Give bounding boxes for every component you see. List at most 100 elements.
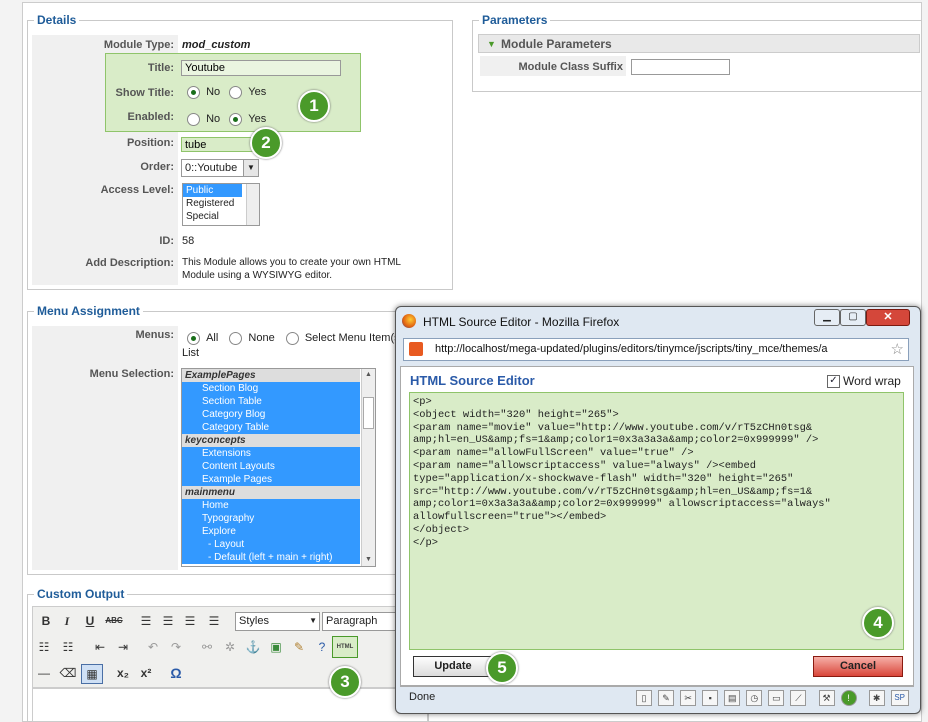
step-badge-3: 3 <box>329 666 361 698</box>
id-label: ID: <box>159 235 174 247</box>
access-scrollbar[interactable] <box>246 184 259 225</box>
clock-status-icon[interactable]: ◷ <box>746 690 763 706</box>
cleanup-icon[interactable]: ✎ <box>289 638 309 656</box>
address-bar[interactable]: http://localhost/mega-updated/plugins/ed… <box>403 338 909 361</box>
link-icon[interactable]: ⚯ <box>197 638 217 656</box>
align-right-icon[interactable]: ☰ <box>180 612 200 630</box>
table-icon[interactable]: ▦ <box>81 664 103 684</box>
alert-status-icon[interactable]: ! <box>840 690 857 706</box>
enabled-no-label: No <box>206 113 221 126</box>
html-source-button[interactable]: HTML <box>332 636 358 658</box>
scroll-up-icon[interactable]: ▲ <box>362 369 375 381</box>
menus-all-radio[interactable] <box>187 332 200 345</box>
cancel-button-label: Cancel <box>839 660 877 672</box>
title-input[interactable] <box>181 60 341 76</box>
menus-none-radio[interactable] <box>229 332 243 345</box>
graph-status-icon[interactable]: ⟋ <box>790 690 807 706</box>
help-icon[interactable]: ? <box>312 638 332 656</box>
menu-item[interactable]: Category Table <box>182 421 360 434</box>
sp-status-icon[interactable]: SP <box>890 690 909 706</box>
source-textarea[interactable]: <p> <object width="320" height="265"> <p… <box>409 392 904 650</box>
underline-icon[interactable]: U <box>80 612 100 630</box>
anchor-icon[interactable]: ⚓ <box>243 638 263 656</box>
menu-item[interactable]: Extensions <box>182 447 360 460</box>
menu-group-header[interactable]: keyconcepts <box>182 434 360 447</box>
redo-icon[interactable]: ↷ <box>166 638 186 656</box>
status-text: Done <box>409 691 436 703</box>
indent-icon[interactable]: ⇥ <box>113 638 133 656</box>
menu-item[interactable]: Home <box>182 499 360 512</box>
menu-scrollbar[interactable]: ▲ ▼ <box>361 369 375 566</box>
access-option-public[interactable]: Public <box>183 184 242 197</box>
update-button-label: Update <box>434 660 472 672</box>
menu-group-header[interactable]: ExamplePages <box>182 369 360 382</box>
editor-content-area[interactable] <box>32 688 428 722</box>
print-status-icon[interactable]: ▤ <box>724 690 741 706</box>
word-wrap-checkbox[interactable]: ✓ <box>827 375 840 388</box>
show-title-yes-label: Yes <box>248 86 267 99</box>
align-justify-icon[interactable]: ☰ <box>204 612 224 630</box>
image-icon[interactable]: ▣ <box>266 638 286 656</box>
status-icons: ▯ ✎ ✂ ▪ ▤ ◷ ▭ ⟋ ⚒ ! ✱ SP <box>636 690 912 706</box>
align-center-icon[interactable]: ☰ <box>158 612 178 630</box>
menu-item[interactable]: Explore <box>182 525 360 538</box>
id-value: 58 <box>182 235 195 247</box>
superscript-icon[interactable]: x² <box>136 664 156 682</box>
menu-item[interactable]: - Layout <box>182 538 360 551</box>
close-icon[interactable]: ✕ <box>866 309 910 326</box>
menu-item[interactable]: Example Pages <box>182 473 360 486</box>
save-status-icon[interactable]: ▪ <box>702 690 719 706</box>
italic-icon[interactable]: I <box>57 612 77 630</box>
address-url: http://localhost/mega-updated/plugins/ed… <box>435 343 828 355</box>
edit-status-icon[interactable]: ✎ <box>658 690 675 706</box>
module-class-suffix-input[interactable] <box>631 59 730 75</box>
numbered-list-icon[interactable]: ☷ <box>58 638 78 656</box>
styles-select[interactable]: Styles ▼ <box>235 612 320 631</box>
horizontal-rule-icon[interactable]: — <box>34 664 54 682</box>
menu-group-header[interactable]: mainmenu <box>182 486 360 499</box>
popup-heading: HTML Source Editor <box>410 373 535 388</box>
order-select[interactable]: 0::Youtube ▼ <box>181 159 259 177</box>
window-status-icon[interactable]: ▭ <box>768 690 785 706</box>
bug-status-icon[interactable]: ✱ <box>868 690 885 706</box>
maximize-button[interactable]: ▢ <box>840 309 866 326</box>
menu-item[interactable]: Category Blog <box>182 408 360 421</box>
minimize-button[interactable]: ▁ <box>814 309 840 326</box>
eraser-icon[interactable]: ⌫ <box>58 664 78 682</box>
outdent-icon[interactable]: ⇤ <box>90 638 110 656</box>
special-char-icon[interactable]: Ω <box>166 664 186 682</box>
menu-item[interactable]: Typography <box>182 512 360 525</box>
menu-items: ExamplePages Section Blog Section Table Cat… <box>182 369 360 564</box>
update-button[interactable]: Update <box>413 656 493 677</box>
enabled-yes-radio[interactable] <box>229 113 243 126</box>
menu-item[interactable]: Content Layouts <box>182 460 360 473</box>
show-title-yes-radio[interactable] <box>229 86 243 99</box>
enabled-no-radio[interactable] <box>187 113 200 126</box>
access-level-list[interactable]: Public Registered Special <box>182 183 260 226</box>
bold-icon[interactable]: B <box>36 612 56 630</box>
cancel-button[interactable]: Cancel <box>813 656 903 677</box>
align-left-icon[interactable]: ☰ <box>136 612 156 630</box>
format-select[interactable]: Paragraph <box>322 612 402 631</box>
scroll-thumb[interactable] <box>363 397 374 429</box>
menu-item[interactable]: - Default (left + main + right) <box>182 551 360 564</box>
strikethrough-icon[interactable]: ABC <box>104 612 124 630</box>
page-status-icon[interactable]: ▯ <box>636 690 652 706</box>
undo-icon[interactable]: ↶ <box>143 638 163 656</box>
menu-selection-list[interactable]: ExamplePages Section Blog Section Table Cat… <box>181 368 376 567</box>
description-line-2: Module using a WYSIWYG editor. <box>182 270 333 281</box>
menus-select-radio[interactable] <box>285 332 299 345</box>
bullet-list-icon[interactable]: ☷ <box>34 638 54 656</box>
tools-status-icon[interactable]: ✂ <box>680 690 697 706</box>
menu-item[interactable]: Section Table <box>182 395 360 408</box>
menu-item[interactable]: Section Blog <box>182 382 360 395</box>
wrench-status-icon[interactable]: ⚒ <box>818 690 835 706</box>
bookmark-star-icon[interactable]: ☆ <box>891 340 904 358</box>
unlink-icon[interactable]: ✲ <box>220 638 240 656</box>
module-parameters-header[interactable]: ▼ Module Parameters <box>478 34 920 53</box>
position-input[interactable] <box>181 137 261 152</box>
subscript-icon[interactable]: x₂ <box>113 664 133 682</box>
scroll-down-icon[interactable]: ▼ <box>362 554 375 566</box>
step-badge-4: 4 <box>862 607 894 639</box>
show-title-no-radio[interactable] <box>187 86 200 99</box>
